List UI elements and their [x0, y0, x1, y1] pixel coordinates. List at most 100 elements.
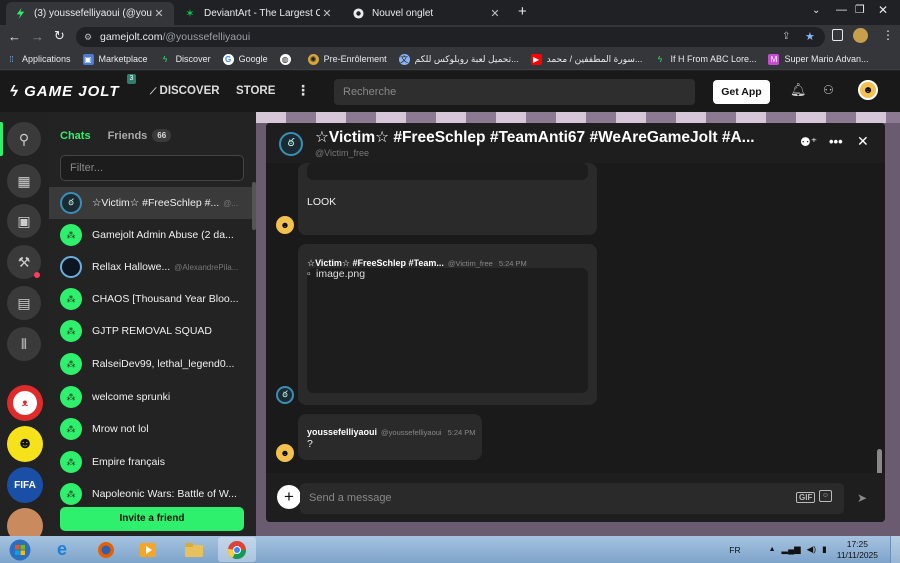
bookmark-applications[interactable]: ⁞⁞ Applications	[0, 54, 77, 65]
bookmark-abc-lore[interactable]: ϟ If H From ABC Lore...	[648, 54, 762, 65]
friends-icon[interactable]: ⚇	[823, 83, 834, 97]
chat-row[interactable]: ⁂ Mrow not lol	[49, 413, 252, 445]
nav-more-icon[interactable]: ⋮	[296, 82, 310, 99]
language-indicator[interactable]: FR	[729, 545, 740, 555]
profile-avatar[interactable]	[853, 28, 868, 43]
taskbar-firefox[interactable]	[88, 537, 124, 562]
tray-arrow-icon[interactable]: ▲	[769, 546, 776, 553]
close-icon[interactable]: ✕	[320, 7, 334, 20]
minimize-button[interactable]: —	[836, 4, 847, 16]
side-panel-icon[interactable]	[832, 29, 843, 41]
system-tray: FR ▲ ▂▄▆ ◀) ▮ 17:25 11/11/2025	[729, 536, 900, 563]
taskbar-explorer[interactable]	[176, 537, 212, 562]
bookmark-google[interactable]: G Google	[217, 53, 274, 65]
bookmark-super-mario[interactable]: M Super Mario Advan...	[762, 53, 874, 65]
back-icon[interactable]: ←	[8, 29, 21, 44]
message-input[interactable]: Send a message	[300, 483, 844, 514]
volume-icon[interactable]: ◀)	[807, 544, 816, 555]
chat-row[interactable]: Rellax Hallowe... @AlexandrePila...	[49, 251, 252, 283]
message-author[interactable]: ☆Victim☆ #FreeSchlep #Team...	[307, 258, 444, 268]
community-avatar-cat[interactable]: ᴥ	[7, 385, 43, 421]
rail-library-button[interactable]: ⦀	[7, 327, 41, 361]
tab-chats[interactable]: Chats	[60, 130, 91, 142]
tab-friends[interactable]: Friends	[108, 130, 148, 142]
battery-icon[interactable]: ▮	[822, 544, 827, 555]
victim-avatar[interactable]: ఠ	[276, 386, 294, 404]
more-options-icon[interactable]: •••	[829, 134, 843, 149]
bookmark-discover[interactable]: ϟ Discover	[154, 54, 217, 65]
close-icon[interactable]: ✕	[152, 7, 166, 20]
globe-icon: ◍	[279, 53, 291, 65]
taskbar-ie[interactable]: e	[44, 537, 80, 562]
gamejolt-logo[interactable]: ϟ GAME JOLT	[10, 83, 120, 100]
sticker-icon[interactable]: ☺	[819, 490, 832, 502]
taskbar-media[interactable]	[130, 537, 166, 562]
chat-row[interactable]: ⁂ RalseiDev99, lethal_legend0...	[49, 348, 252, 380]
tab-search-icon[interactable]: ⌄	[812, 5, 820, 16]
chat-row[interactable]: ⁂ welcome sprunki	[49, 381, 252, 413]
restore-button[interactable]: ❐	[855, 3, 865, 16]
start-button[interactable]	[2, 537, 38, 562]
user-avatar[interactable]: ☻	[276, 216, 294, 234]
rail-inventory-button[interactable]: ▣	[7, 204, 41, 238]
chat-row[interactable]: ⁂ Empire français	[49, 446, 252, 478]
browser-tab-deviantart[interactable]: ✶ DeviantArt - The Largest Online / ✕	[176, 2, 342, 25]
network-icon[interactable]: ▂▄▆	[782, 544, 801, 555]
rail-store-button[interactable]: ▦	[7, 164, 41, 198]
clock[interactable]: 17:25 11/11/2025	[837, 539, 878, 561]
forward-icon[interactable]: →	[31, 29, 44, 44]
bookmark-globe[interactable]: ◍	[274, 53, 302, 65]
chat-avatar	[60, 256, 82, 278]
message-scrollbar[interactable]	[877, 449, 882, 475]
gamejolt-search-input[interactable]: Recherche	[334, 79, 695, 105]
image-attachment[interactable]: ▫ image.png	[307, 268, 588, 393]
gif-button[interactable]: GIF	[796, 492, 816, 503]
chat-header-avatar[interactable]: ఠ	[279, 132, 303, 156]
sun-face-icon: ☻	[16, 435, 34, 452]
user-avatar[interactable]: ☻	[276, 444, 294, 462]
user-avatar[interactable]: ☻	[858, 80, 878, 100]
image-attachment[interactable]	[307, 163, 588, 180]
lightning-icon: ϟ	[10, 83, 19, 100]
message-author[interactable]: youssefelliyaoui	[307, 427, 377, 437]
rail-forums-button[interactable]: ▤	[7, 286, 41, 320]
show-desktop-button[interactable]	[890, 536, 900, 563]
bookmark-youtube[interactable]: ▶ سورة المطففين / محمد...	[525, 53, 649, 65]
taskbar-chrome[interactable]	[218, 537, 256, 562]
new-tab-button[interactable]: +	[518, 3, 527, 20]
community-avatar-sun[interactable]: ☻	[7, 426, 43, 462]
site-info-icon[interactable]: ⚙	[84, 27, 92, 47]
bookmark-star-icon[interactable]: ★	[805, 27, 815, 47]
get-app-button[interactable]: Get App	[713, 80, 770, 104]
window-close-button[interactable]: ✕	[878, 3, 888, 17]
menu-kebab-icon[interactable]: ⋮	[882, 28, 894, 42]
rail-chat-button[interactable]: ⚲	[7, 122, 41, 156]
bookmark-marketplace[interactable]: ▣ Marketplace	[77, 53, 154, 65]
chat-filter-input[interactable]: Filter...	[60, 155, 244, 181]
bell-icon[interactable]: 🔔︎	[790, 82, 807, 98]
browser-tab-gamejolt[interactable]: (3) youssefelliyaoui (@youssefelli ✕	[6, 2, 174, 25]
nav-discover[interactable]: ⟋ DISCOVER	[150, 85, 220, 97]
nav-store[interactable]: STORE	[236, 85, 275, 97]
chat-row[interactable]: ⁂ GJTP REMOVAL SQUAD	[49, 315, 252, 347]
close-icon[interactable]: ✕	[488, 7, 502, 20]
add-member-icon[interactable]: ⚉⁺	[800, 135, 817, 149]
chat-row[interactable]: ⁂ CHAOS [Thousand Year Bloo...	[49, 283, 252, 315]
chat-row[interactable]: ఠ ☆Victim☆ #FreeSchlep #... @...	[49, 187, 252, 219]
reload-icon[interactable]: ↻	[54, 28, 65, 44]
fifa-label: FIFA	[14, 479, 36, 491]
invite-friend-button[interactable]: Invite a friend	[60, 507, 244, 531]
store-icon: ▦	[17, 172, 31, 189]
browser-tab-new[interactable]: Nouvel onglet ✕	[344, 2, 510, 25]
send-icon[interactable]: ➤	[857, 491, 867, 505]
chat-row[interactable]: ⁂ Gamejolt Admin Abuse (2 da...	[49, 219, 252, 251]
close-chat-icon[interactable]: ✕	[857, 133, 869, 150]
group-icon: ⁂	[60, 288, 82, 310]
add-attachment-button[interactable]: +	[277, 485, 301, 509]
address-bar[interactable]: ⚙ gamejolt.com/@youssefelliyaoui ⇪ ★	[76, 27, 825, 47]
bookmark-roblox[interactable]: 文 تحميل لعبة روبلوكس للكم...	[393, 53, 525, 65]
community-avatar-fifa[interactable]: FIFA	[7, 467, 43, 503]
bookmark-pre-enrolement[interactable]: ✺ Pre-Enrôlement	[302, 53, 393, 65]
chat-row[interactable]: ⁂ Napoleonic Wars: Battle of W...	[49, 478, 252, 510]
share-icon[interactable]: ⇪	[782, 27, 790, 47]
